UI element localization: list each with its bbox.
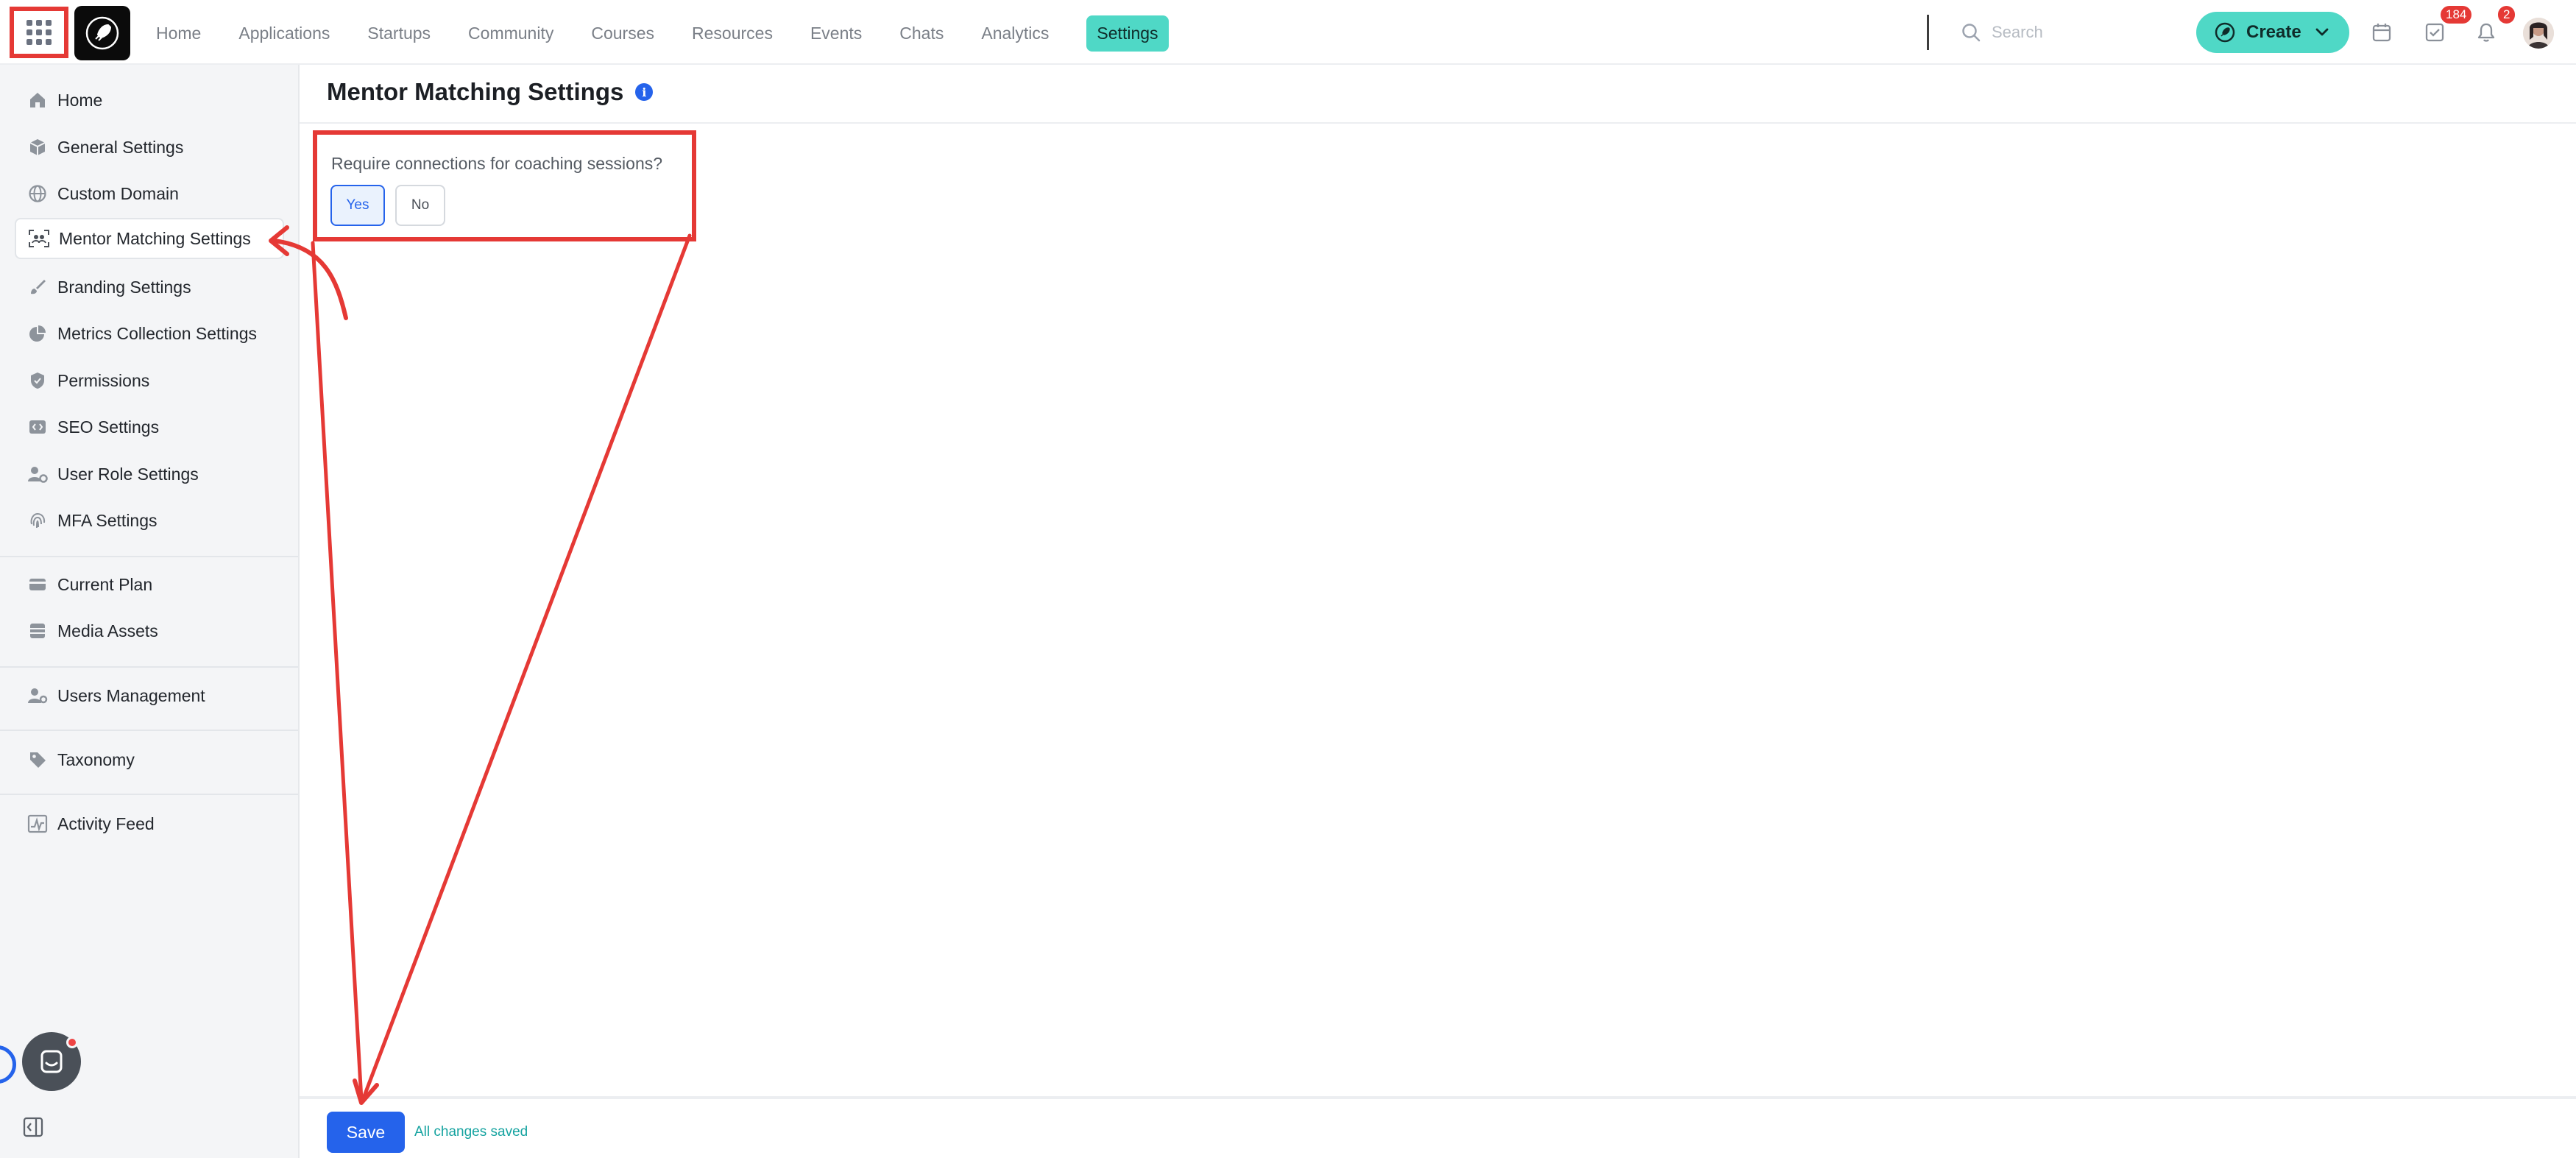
main-nav: Home Applications Startups Community Cou… [156,15,1169,52]
tag-icon [25,749,50,771]
search-icon [1962,24,1981,42]
nav-startups[interactable]: Startups [367,24,431,43]
shield-icon [25,370,50,392]
nav-resources[interactable]: Resources [692,24,773,43]
chat-notification-dot [66,1037,78,1048]
create-label: Create [2246,22,2301,42]
nav-chats[interactable]: Chats [899,24,944,43]
app-logo[interactable] [74,6,130,60]
sidebar-item-permissions[interactable]: Permissions [15,360,284,401]
sidebar-item-label: User Role Settings [57,464,199,484]
rocket-icon [2215,22,2235,43]
page-title: Mentor Matching Settings [327,78,624,105]
calendar-icon [2372,24,2391,42]
header-divider [300,122,2576,124]
sidebar-item-label: General Settings [57,137,184,157]
sidebar-item-mfa-settings[interactable]: MFA Settings [15,500,284,541]
nav-applications[interactable]: Applications [238,24,330,43]
grid-icon [26,20,52,45]
collapse-sidebar-button[interactable] [22,1116,44,1138]
info-icon[interactable]: i [635,83,654,101]
sidebar-item-user-role-settings[interactable]: User Role Settings [15,453,284,495]
paint-brush-icon [25,276,50,298]
search-input[interactable]: Search [1992,23,2043,42]
save-button[interactable]: Save [327,1112,405,1153]
create-button[interactable]: Create [2196,12,2349,53]
sidebar-divider [0,794,298,795]
activity-icon [25,813,50,835]
rocket-icon [85,16,119,50]
nav-settings[interactable]: Settings [1086,15,1169,52]
topbar-divider [1927,15,1929,50]
checkbox-icon [2425,23,2444,42]
nav-analytics[interactable]: Analytics [981,24,1049,43]
sidebar-divider [0,666,298,668]
setting-question: Require connections for coaching session… [331,154,663,173]
users-icon [25,685,50,707]
bell-icon [2477,23,2495,42]
nav-community[interactable]: Community [468,24,553,43]
sidebar-item-label: Home [57,90,103,110]
mentor-match-icon [26,227,52,250]
notifications-badge: 2 [2498,6,2516,24]
sidebar-item-branding-settings[interactable]: Branding Settings [15,266,284,308]
credit-card-icon [25,573,50,596]
calendar-button[interactable] [2367,18,2396,47]
top-bar: Home Applications Startups Community Cou… [0,0,2576,65]
sidebar-divider [0,556,298,557]
sidebar-item-label: Mentor Matching Settings [59,228,251,248]
sidebar-divider [0,730,298,731]
sidebar-item-label: Current Plan [57,574,153,594]
sidebar-item-label: Permissions [57,370,150,390]
sidebar-item-label: SEO Settings [57,417,160,437]
main-content: Mentor Matching Settings i Require conne… [300,65,2576,1158]
yes-button[interactable]: Yes [330,185,385,226]
sidebar-item-media-assets[interactable]: Media Assets [15,610,284,652]
home-icon [25,89,50,111]
save-status: All changes saved [414,1124,528,1140]
tasks-badge: 184 [2441,6,2472,24]
notifications-button[interactable] [2471,18,2501,47]
sidebar-item-users-management[interactable]: Users Management [15,675,284,716]
sidebar-item-label: Taxonomy [57,749,135,769]
page-header: Mentor Matching Settings i [327,78,654,106]
require-connections-setting: Require connections for coaching session… [313,130,696,241]
code-icon [25,416,50,438]
save-footer: Save All changes saved [300,1096,2576,1158]
avatar[interactable] [2523,18,2554,49]
sidebar-item-label: Metrics Collection Settings [57,323,257,343]
sidebar-item-metrics-collection-settings[interactable]: Metrics Collection Settings [15,313,284,354]
sidebar-item-activity-feed[interactable]: Activity Feed [15,803,284,844]
sidebar-item-label: Activity Feed [57,813,155,833]
settings-sidebar: Home General Settings Custom Domain Ment… [0,65,300,1158]
sidebar-item-label: Media Assets [57,621,158,640]
cube-icon [25,136,50,158]
sidebar-item-current-plan[interactable]: Current Plan [15,564,284,605]
sidebar-item-mentor-matching-settings[interactable]: Mentor Matching Settings [15,218,284,259]
search-box[interactable]: Search [1961,19,2043,46]
nav-events[interactable]: Events [810,24,862,43]
sidebar-item-label: Custom Domain [57,183,179,203]
chat-icon [40,1050,63,1073]
sidebar-item-label: Users Management [57,685,205,705]
user-gear-icon [25,463,50,485]
no-button[interactable]: No [395,185,445,226]
sidebar-item-general-settings[interactable]: General Settings [15,127,284,168]
nav-courses[interactable]: Courses [591,24,654,43]
user-photo-icon [2523,18,2554,49]
sidebar-collapse-icon [23,1117,43,1137]
sidebar-item-home[interactable]: Home [15,80,284,121]
sidebar-item-taxonomy[interactable]: Taxonomy [15,739,284,780]
pie-chart-icon [25,322,50,345]
apps-menu-button[interactable] [10,7,68,58]
chevron-down-icon [2315,28,2329,36]
globe-icon [25,183,50,205]
sidebar-item-custom-domain[interactable]: Custom Domain [15,173,284,214]
sidebar-item-label: Branding Settings [57,277,191,297]
sidebar-item-label: MFA Settings [57,510,158,530]
nav-home[interactable]: Home [156,24,201,43]
sidebar-item-seo-settings[interactable]: SEO Settings [15,406,284,448]
media-icon [25,620,50,642]
fingerprint-icon [25,509,50,532]
